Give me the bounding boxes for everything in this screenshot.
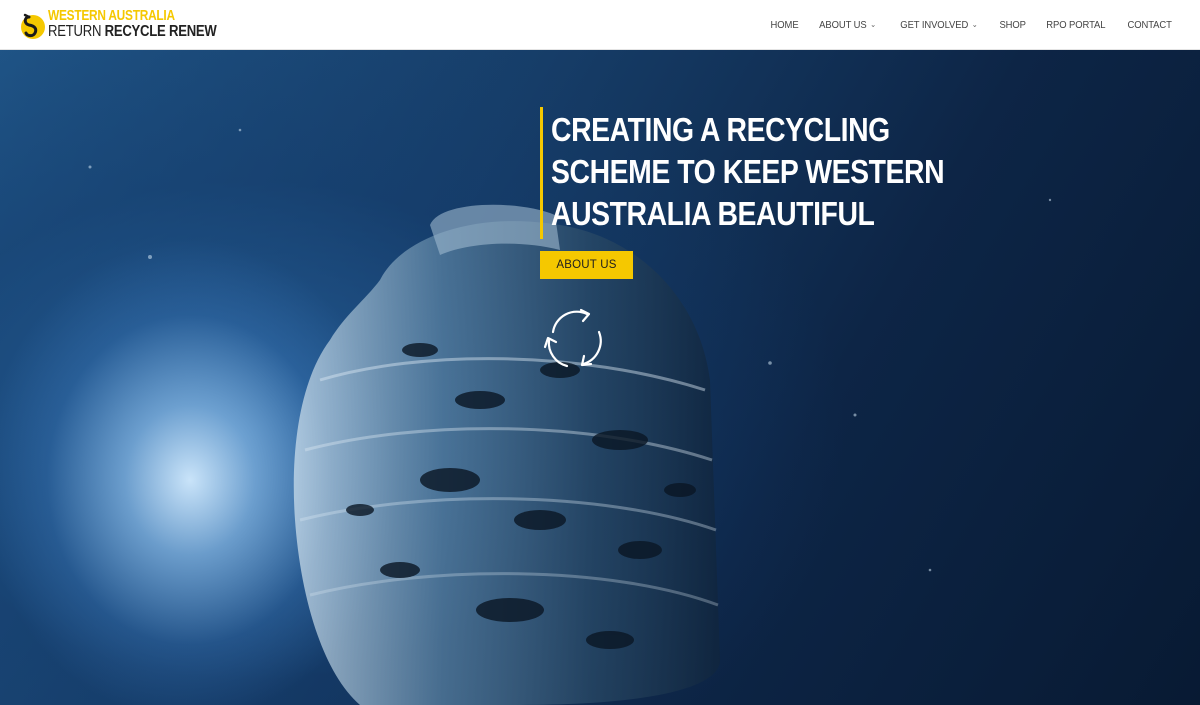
nav-rpo-portal[interactable]: RPO PORTAL <box>1039 19 1113 31</box>
logo-subtitle-regular: RETURN <box>48 23 105 41</box>
headline-block: CREATING A RECYCLING SCHEME TO KEEP WEST… <box>540 107 1031 239</box>
hero-content: CREATING A RECYCLING SCHEME TO KEEP WEST… <box>540 107 1031 279</box>
logo-subtitle: RETURN RECYCLE RENEW <box>48 24 217 40</box>
chevron-down-icon: ⌄ <box>870 20 877 29</box>
nav-get-involved[interactable]: GET INVOLVED ⌄ <box>893 19 985 31</box>
nav-rpo-portal-label: RPO PORTAL <box>1046 18 1106 31</box>
nav-shop[interactable]: SHOP <box>992 19 1033 31</box>
logo-title: WESTERN AUSTRALIA <box>48 7 175 24</box>
nav-about-us-label: ABOUT US <box>819 18 867 31</box>
hero-headline: CREATING A RECYCLING SCHEME TO KEEP WEST… <box>551 111 945 232</box>
site-header: WESTERN AUSTRALIA RETURN RECYCLE RENEW H… <box>0 0 1200 50</box>
logo-subtitle-bold: RECYCLE RENEW <box>104 23 217 41</box>
about-us-button[interactable]: ABOUT US <box>540 251 633 279</box>
recycle-arrows-icon <box>543 308 602 368</box>
nav-home[interactable]: HOME <box>764 19 806 31</box>
nav-contact-label: CONTACT <box>1127 18 1172 31</box>
chevron-down-icon: ⌄ <box>971 20 978 29</box>
nav-about-us[interactable]: ABOUT US ⌄ <box>812 19 883 31</box>
hero-section: CREATING A RECYCLING SCHEME TO KEEP WEST… <box>0 50 1200 705</box>
main-nav: HOME ABOUT US ⌄ GET INVOLVED ⌄ SHOP RPO PO… <box>761 19 1182 31</box>
site-logo[interactable]: WESTERN AUSTRALIA RETURN RECYCLE RENEW <box>20 0 254 50</box>
nav-get-involved-label: GET INVOLVED <box>899 18 968 31</box>
nav-home-label: HOME <box>770 18 799 31</box>
nav-contact[interactable]: CONTACT <box>1120 19 1179 31</box>
nav-shop-label: SHOP <box>999 18 1026 31</box>
swan-icon <box>21 13 45 39</box>
